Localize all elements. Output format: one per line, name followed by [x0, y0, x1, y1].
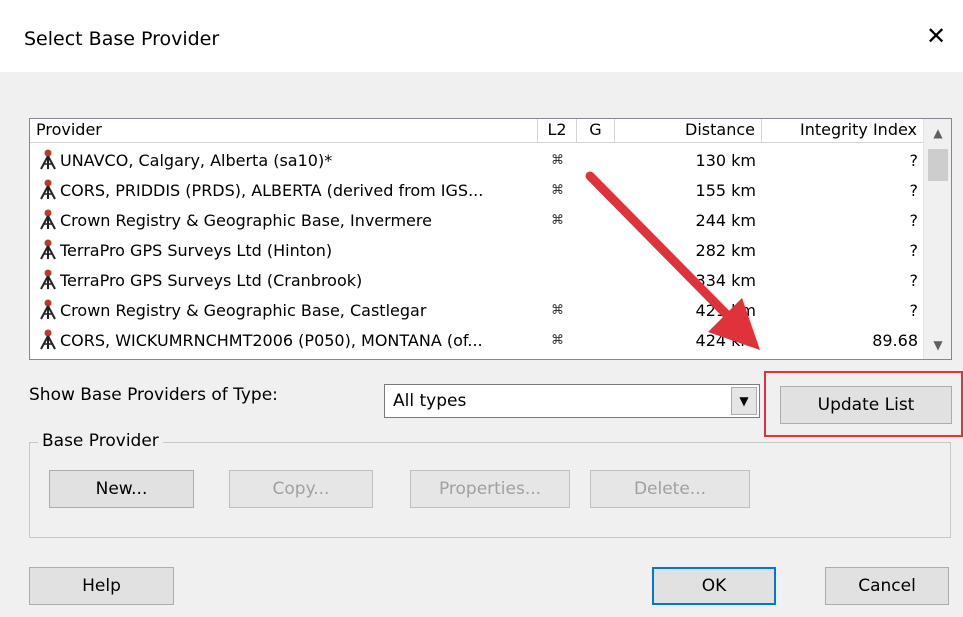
close-icon: ✕ [925, 22, 947, 50]
table-row[interactable]: Crown Registry & Geographic Base, Castle… [30, 295, 924, 325]
provider-list[interactable]: Provider L2 G Distance Integrity Index U… [29, 118, 952, 360]
distance-cell: 130 km [695, 150, 756, 170]
close-button[interactable]: ✕ [909, 14, 963, 58]
tripod-icon [40, 209, 56, 230]
column-header-distance[interactable]: Distance [615, 119, 762, 143]
l2-cell: ⌘ [551, 212, 564, 228]
distance-cell: 424 km [695, 330, 756, 350]
dialog-title: Select Base Provider [24, 28, 220, 50]
tripod-icon [40, 299, 56, 320]
scroll-thumb[interactable] [928, 149, 948, 181]
tripod-icon [40, 179, 56, 200]
integrity-index-cell: 89.68 [872, 330, 918, 350]
integrity-index-cell: ? [909, 240, 919, 260]
title-bar: Select Base Provider ✕ [0, 0, 963, 72]
provider-cell: TerraPro GPS Surveys Ltd (Hinton) [30, 239, 538, 261]
provider-cell: Crown Registry & Geographic Base, Inverm… [30, 209, 538, 231]
help-button[interactable]: Help [29, 567, 174, 605]
integrity-index-cell: ? [909, 150, 919, 170]
integrity-index-cell: ? [909, 270, 919, 290]
tripod-icon [40, 329, 56, 350]
new-button[interactable]: New... [49, 470, 194, 508]
copy-button[interactable]: Copy... [229, 470, 373, 508]
provider-name: CORS, WICKUMRNCHMT2006 (P050), MONTANA (… [60, 330, 483, 350]
l2-cell: ⌘ [551, 182, 564, 198]
integrity-index-cell: ? [909, 180, 919, 200]
distance-cell: 334 km [695, 270, 756, 290]
column-header-l2[interactable]: L2 [538, 119, 577, 143]
tripod-icon [40, 239, 56, 260]
distance-cell: 282 km [695, 240, 756, 260]
table-row[interactable]: CORS, WICKUMRNCHMT2006 (P050), MONTANA (… [30, 325, 924, 355]
provider-name: CORS, PRIDDIS (PRDS), ALBERTA (derived f… [60, 180, 484, 200]
provider-cell: UNAVCO, Calgary, Alberta (sa10)* [30, 149, 538, 171]
properties-button[interactable]: Properties... [410, 470, 570, 508]
provider-name: Crown Registry & Geographic Base, Castle… [60, 300, 427, 320]
l2-cell: ⌘ [551, 152, 564, 168]
integrity-index-cell: ? [909, 300, 919, 320]
cancel-button[interactable]: Cancel [825, 567, 949, 605]
tripod-icon [40, 269, 56, 290]
provider-cell: Crown Registry & Geographic Base, Castle… [30, 299, 538, 321]
provider-type-select[interactable]: All types ▼ [384, 384, 760, 418]
provider-type-label: Show Base Providers of Type: [29, 385, 278, 405]
table-row[interactable]: TerraPro GPS Surveys Ltd (Cranbrook) 334… [30, 265, 924, 295]
distance-cell: 155 km [695, 180, 756, 200]
base-provider-group-label: Base Provider [38, 431, 163, 451]
provider-name: Crown Registry & Geographic Base, Inverm… [60, 210, 432, 230]
delete-button[interactable]: Delete... [590, 470, 750, 508]
ok-button[interactable]: OK [652, 567, 776, 605]
list-header: Provider L2 G Distance Integrity Index [30, 119, 924, 143]
dropdown-arrow-icon[interactable]: ▼ [731, 387, 757, 415]
distance-cell: 244 km [695, 210, 756, 230]
column-header-provider[interactable]: Provider [30, 119, 538, 143]
dialog-client-area: Provider L2 G Distance Integrity Index U… [0, 72, 963, 617]
column-header-integrity-index[interactable]: Integrity Index [762, 119, 924, 143]
integrity-index-cell: ? [909, 210, 919, 230]
provider-name: TerraPro GPS Surveys Ltd (Cranbrook) [60, 270, 363, 290]
list-rows: UNAVCO, Calgary, Alberta (sa10)* ⌘ 130 k… [30, 145, 924, 355]
tripod-icon [40, 149, 56, 170]
distance-cell: 421 km [695, 300, 756, 320]
l2-cell: ⌘ [551, 302, 564, 318]
provider-cell: CORS, WICKUMRNCHMT2006 (P050), MONTANA (… [30, 329, 538, 351]
annotation-highlight-box [764, 371, 963, 437]
table-row[interactable]: Crown Registry & Geographic Base, Inverm… [30, 205, 924, 235]
provider-cell: CORS, PRIDDIS (PRDS), ALBERTA (derived f… [30, 179, 538, 201]
l2-cell: ⌘ [551, 332, 564, 348]
column-header-g[interactable]: G [577, 119, 615, 143]
provider-cell: TerraPro GPS Surveys Ltd (Cranbrook) [30, 269, 538, 291]
table-row[interactable]: UNAVCO, Calgary, Alberta (sa10)* ⌘ 130 k… [30, 145, 924, 175]
provider-name: UNAVCO, Calgary, Alberta (sa10)* [60, 150, 333, 170]
provider-type-value: All types [393, 391, 467, 411]
vertical-scrollbar[interactable]: ▲ ▼ [923, 119, 951, 359]
scroll-down-icon[interactable]: ▼ [924, 331, 951, 359]
scroll-up-icon[interactable]: ▲ [924, 119, 951, 147]
table-row[interactable]: CORS, PRIDDIS (PRDS), ALBERTA (derived f… [30, 175, 924, 205]
table-row[interactable]: TerraPro GPS Surveys Ltd (Hinton) 282 km… [30, 235, 924, 265]
provider-name: TerraPro GPS Surveys Ltd (Hinton) [60, 240, 333, 260]
